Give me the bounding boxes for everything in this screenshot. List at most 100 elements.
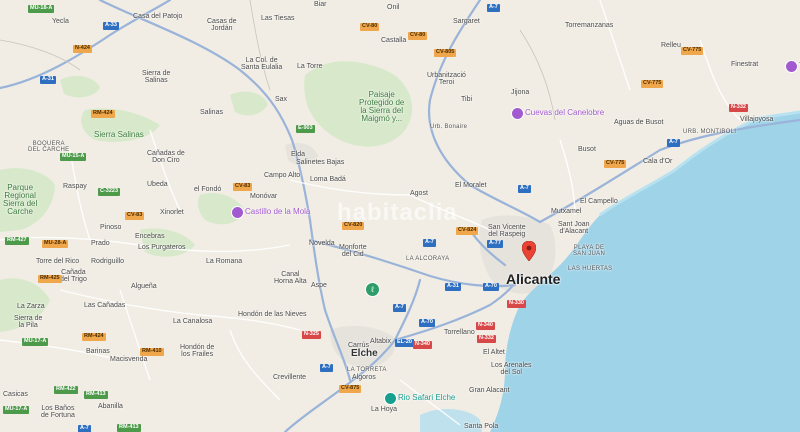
place-label[interactable]: La Canalosa	[173, 318, 212, 325]
place-label[interactable]: Raspay	[63, 183, 87, 190]
road-shield: A-77	[487, 240, 503, 248]
road-shield: A-31	[40, 76, 56, 84]
park-label[interactable]: Sierra Salinas	[94, 131, 144, 139]
place-label[interactable]: El Moralet	[455, 182, 487, 189]
place-label[interactable]: Los Baños de Fortuna	[41, 405, 75, 419]
place-label[interactable]: Canal Horna Alta	[274, 271, 307, 285]
place-label[interactable]: La Romana	[206, 258, 242, 265]
place-label[interactable]: Aguas de Busot	[614, 119, 663, 126]
place-label[interactable]: La Zarza	[17, 303, 45, 310]
map-view[interactable]: Sierra Salinas Paisaje Protegido de la Sier…	[0, 0, 800, 432]
poi-icon[interactable]	[231, 206, 244, 219]
place-label[interactable]: Encebras	[135, 233, 165, 240]
place-label[interactable]: Torrellano	[444, 329, 475, 336]
place-label[interactable]: Tibi	[461, 96, 472, 103]
place-label[interactable]: Ubeda	[147, 181, 168, 188]
park-icon[interactable]: ℓ	[365, 282, 380, 297]
place-label[interactable]: Gran Alacant	[469, 387, 509, 394]
place-label[interactable]: BOQUERA DEL CARCHE	[28, 141, 69, 153]
place-label[interactable]: Finestrat	[731, 61, 758, 68]
place-label[interactable]: Salinas	[200, 109, 223, 116]
place-label[interactable]: Torre del Rico	[36, 258, 79, 265]
place-label[interactable]: Sierra de Salinas	[142, 70, 170, 84]
place-label[interactable]: LA TORRETA	[347, 367, 387, 373]
park-label[interactable]: Parque Regional Sierra del Carche	[3, 184, 37, 216]
road-shield: RM-410	[140, 348, 164, 356]
place-label[interactable]: Campo Alto	[264, 172, 300, 179]
place-label[interactable]: Rodriguillo	[91, 258, 124, 265]
place-label[interactable]: PLAYA DE SAN JUAN	[573, 245, 605, 257]
place-label[interactable]: Casas de Jordán	[207, 18, 237, 32]
poi-icon[interactable]	[785, 60, 798, 73]
road-shield: A-7	[393, 304, 406, 312]
city-label-elche[interactable]: Elche	[351, 349, 378, 359]
place-label[interactable]: Sant Joan d'Alacant	[558, 221, 590, 235]
place-label[interactable]: Los Purgateros	[138, 244, 185, 251]
place-label[interactable]: Castalla	[381, 37, 406, 44]
place-label[interactable]: Macisvenda	[110, 356, 147, 363]
place-label[interactable]: Busot	[578, 146, 596, 153]
place-label[interactable]: Cañada del Trigo	[60, 269, 87, 283]
place-label[interactable]: Torremanzanas	[565, 22, 613, 29]
place-label[interactable]: El Altet	[483, 349, 505, 356]
place-label[interactable]: Casa del Patojo	[133, 13, 182, 20]
place-label[interactable]: Abanilla	[98, 403, 123, 410]
place-label[interactable]: Algoros	[352, 374, 376, 381]
place-label[interactable]: Crevillente	[273, 374, 306, 381]
place-label[interactable]: La Torre	[297, 63, 323, 70]
poi-label[interactable]: Cuevas del Canelobre	[525, 109, 604, 117]
road-shield: A-7	[667, 139, 680, 147]
poi-label[interactable]: Rio Safari Elche	[398, 394, 455, 402]
place-label[interactable]: Pinoso	[100, 224, 121, 231]
place-label[interactable]: Aspe	[311, 282, 327, 289]
place-label[interactable]: Sargaret	[453, 18, 480, 25]
place-label[interactable]: Xinorlet	[160, 209, 184, 216]
place-label[interactable]: el Fondó	[194, 186, 221, 193]
park-label[interactable]: Paisaje Protegido de la Sierra del Maigmó y…	[359, 91, 404, 123]
place-label[interactable]: El Campello	[580, 198, 618, 205]
place-label[interactable]: Hondón de los Frailes	[180, 344, 214, 358]
place-label[interactable]: Agost	[410, 190, 428, 197]
place-label[interactable]: Jijona	[511, 89, 529, 96]
place-label[interactable]: Altabix	[370, 338, 391, 345]
place-label[interactable]: Yecla	[52, 18, 69, 25]
poi-icon[interactable]	[384, 392, 397, 405]
place-label[interactable]: Salinetes Bajas	[296, 159, 344, 166]
place-label[interactable]: San Vicente del Raspeig	[488, 224, 526, 238]
place-label[interactable]: Barinas	[86, 348, 110, 355]
place-label[interactable]: Onil	[387, 4, 399, 11]
place-label[interactable]: La Col. de Santa Eulalia	[241, 57, 282, 71]
city-label-alicante[interactable]: Alicante	[506, 272, 560, 286]
place-label[interactable]: Monforte del Cid	[339, 244, 367, 258]
road-shield: A-70	[419, 319, 435, 327]
place-label[interactable]: Las Tiesas	[261, 15, 294, 22]
place-label[interactable]: Biar	[314, 1, 326, 8]
poi-icon[interactable]	[511, 107, 524, 120]
place-label[interactable]: Los Arenales del Sol	[491, 362, 531, 376]
place-label[interactable]: Sax	[275, 96, 287, 103]
place-label[interactable]: Sierra de la Pila	[14, 315, 42, 329]
place-label[interactable]: Urbanització Teroi	[427, 72, 466, 86]
place-label[interactable]: Cañadas de Don Ciro	[147, 150, 185, 164]
place-label[interactable]: Relleu	[661, 42, 681, 49]
place-label[interactable]: Mutxamel	[551, 208, 581, 215]
location-marker-icon[interactable]	[522, 241, 536, 261]
place-label[interactable]: Monóvar	[250, 193, 277, 200]
road-shield: CV-824	[456, 227, 479, 235]
road-shield: N-325	[302, 331, 321, 339]
place-label[interactable]: Loma Badá	[310, 176, 346, 183]
place-label[interactable]: La Hoya	[371, 406, 397, 413]
place-label[interactable]: Las Cañadas	[84, 302, 125, 309]
place-label[interactable]: Cala d'Or	[643, 158, 672, 165]
poi-label[interactable]: Castillo de la Mola	[245, 208, 310, 216]
place-label[interactable]: LA ALCORAYA	[406, 256, 449, 262]
place-label[interactable]: Hondón de las Nieves	[238, 311, 307, 318]
place-label[interactable]: Casicas	[3, 391, 28, 398]
place-label[interactable]: Novelda	[309, 240, 335, 247]
place-label[interactable]: Santa Pola	[464, 423, 498, 430]
place-label[interactable]: Prado	[91, 240, 110, 247]
place-label[interactable]: Villajoyosa	[740, 116, 773, 123]
place-label[interactable]: Elda	[291, 151, 305, 158]
place-label[interactable]: LAS HUERTAS	[568, 266, 612, 272]
place-label[interactable]: Algueña	[131, 283, 157, 290]
